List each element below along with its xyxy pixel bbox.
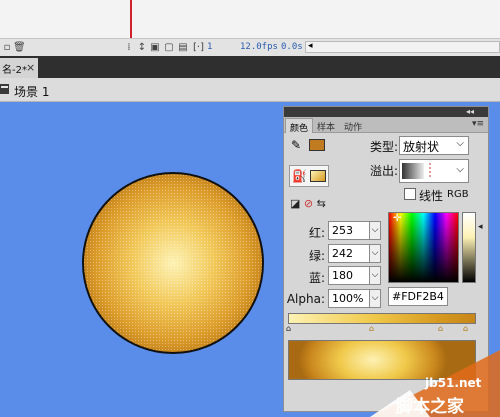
collapse-icon[interactable]: ◂◂	[466, 107, 474, 117]
overflow-select[interactable]: ⌵	[399, 159, 469, 183]
fill-type-select[interactable]: 放射状 ⌵	[399, 136, 469, 155]
gradient-stop[interactable]: ⌂	[437, 324, 444, 333]
close-icon[interactable]: ×	[26, 61, 35, 74]
overflow-label: 溢出:	[370, 164, 399, 178]
scroll-left-icon[interactable]: ◂	[308, 41, 313, 51]
stroke-swatch[interactable]	[309, 139, 325, 151]
red-dropdown[interactable]: ⌵	[369, 221, 381, 240]
layer-icon[interactable]: ▫	[2, 42, 12, 53]
tab-color[interactable]: 颜色	[285, 118, 314, 134]
mini-tools: ◪ ⊘ ⇆	[290, 197, 326, 210]
alpha-input[interactable]: 100%	[328, 289, 374, 308]
tab-actions[interactable]: 动作	[340, 118, 366, 133]
center-frame-icon[interactable]: ⁞	[124, 42, 134, 53]
blue-dropdown[interactable]: ⌵	[369, 266, 381, 285]
bracket-icon[interactable]: [·]	[193, 42, 204, 53]
elapsed-time: 0.0s	[281, 42, 303, 52]
brightness-slider[interactable]	[462, 212, 476, 283]
linear-rgb-checkbox[interactable]	[404, 188, 416, 200]
overflow-preview-icon	[402, 163, 431, 179]
tab-swatches[interactable]: 样本	[313, 118, 339, 133]
timeline-scrollbar[interactable]: ◂	[305, 41, 500, 53]
pencil-icon: ✎	[291, 138, 302, 152]
frame-number: 1	[207, 42, 213, 52]
gradient-circle[interactable]	[78, 172, 268, 362]
chevron-down-icon: ⌵	[456, 164, 464, 175]
color-spectrum[interactable]: ✛	[388, 212, 459, 283]
fill-color-control[interactable]: ⛽	[289, 165, 329, 187]
panel-titlebar[interactable]	[284, 107, 488, 117]
green-input[interactable]: 242	[328, 244, 374, 263]
onion-markers-icon[interactable]: ▤	[178, 42, 188, 53]
edit-multiple-icon[interactable]: ▢	[164, 42, 174, 53]
alpha-label: Alpha:	[286, 292, 325, 306]
onion-skin-icon[interactable]: ↕	[137, 42, 147, 53]
rgb-label: RGB	[447, 189, 469, 200]
red-input[interactable]: 253	[328, 221, 374, 240]
panel-menu-icon[interactable]: ▾≡	[472, 119, 484, 129]
fill-type-value: 放射状	[403, 140, 440, 154]
swap-colors-icon[interactable]: ⇆	[317, 197, 326, 210]
hex-input[interactable]: #FDF2B4	[388, 287, 448, 306]
gradient-stop[interactable]: ⌂	[368, 324, 375, 333]
document-tab-bar	[0, 56, 500, 78]
crosshair-icon: ✛	[393, 213, 402, 224]
alpha-dropdown[interactable]: ⌵	[369, 289, 381, 308]
scene-icon	[0, 84, 9, 94]
chevron-down-icon: ⌵	[456, 138, 464, 149]
green-dropdown[interactable]: ⌵	[369, 244, 381, 263]
linear-label: 线性	[419, 189, 444, 203]
gradient-stop-end[interactable]: ⌂	[462, 324, 469, 333]
gradient-definition-bar[interactable]	[288, 313, 476, 324]
onion-outline-icon[interactable]: ▣	[150, 42, 160, 53]
timeline-frames[interactable]	[0, 0, 500, 38]
playhead[interactable]	[130, 0, 132, 38]
red-label: 红:	[308, 226, 325, 240]
no-color-icon[interactable]: ⊘	[304, 197, 313, 210]
edit-bar	[0, 78, 500, 102]
black-white-icon[interactable]: ◪	[290, 197, 300, 210]
blue-input[interactable]: 180	[328, 266, 374, 285]
green-label: 绿:	[308, 249, 325, 263]
paint-bucket-icon: ⛽	[292, 169, 307, 183]
brightness-arrow-icon[interactable]: ◂	[478, 222, 483, 232]
frame-rate[interactable]: 12.0fps	[240, 42, 278, 52]
watermark-site: jb51.net	[425, 376, 482, 390]
trash-icon[interactable]: 🗑	[13, 42, 26, 53]
scene-label[interactable]: 场景 1	[14, 83, 49, 100]
type-label: 类型:	[370, 140, 399, 154]
watermark-brand: 脚本之家	[396, 397, 464, 417]
fill-swatch[interactable]	[310, 170, 326, 182]
blue-label: 蓝:	[308, 271, 325, 285]
gradient-stop-start[interactable]: ⌂	[285, 324, 292, 333]
